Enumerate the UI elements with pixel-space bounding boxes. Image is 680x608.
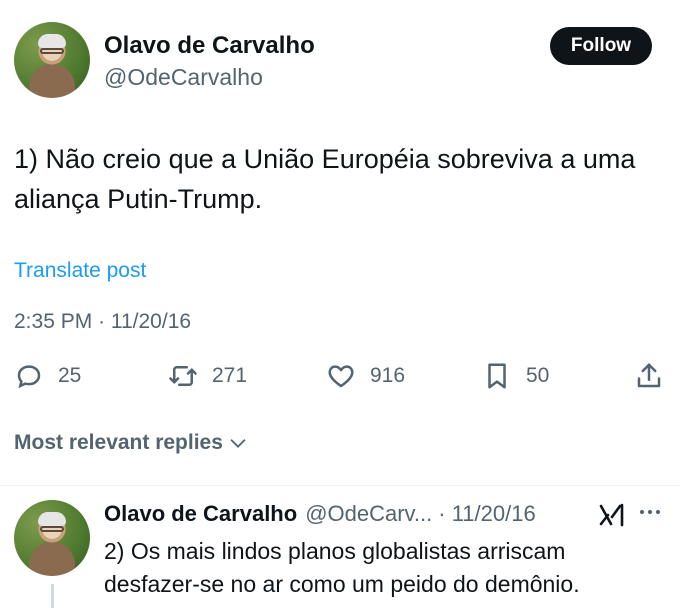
replies-sort-dropdown[interactable]: Most relevant replies xyxy=(14,431,249,455)
reply-author-name[interactable]: Olavo de Carvalho xyxy=(104,501,297,527)
thread-line xyxy=(51,584,54,608)
bookmark-action[interactable]: 50 xyxy=(482,361,549,391)
reply-action[interactable]: 25 xyxy=(14,361,81,391)
author-handle[interactable]: @OdeCarvalho xyxy=(104,64,263,91)
tweet-text-line-2: aliança Putin-Trump. xyxy=(14,184,263,214)
author-avatar[interactable] xyxy=(14,22,90,98)
like-action[interactable]: 916 xyxy=(326,361,405,391)
reply-text-line-2: desfazer-se no ar como um peido do demôn… xyxy=(104,571,580,597)
reply-header: Olavo de Carvalho @OdeCarv... · 11/20/16 xyxy=(104,501,536,527)
speech-bubble-icon xyxy=(17,365,41,389)
reply-date[interactable]: · 11/20/16 xyxy=(438,501,535,527)
share-action[interactable] xyxy=(634,361,664,391)
reply-author-handle[interactable]: @OdeCarv... xyxy=(305,501,432,527)
tweet-timestamp[interactable]: 2:35 PM · 11/20/16 xyxy=(14,310,191,334)
reply-text-line-1: 2) Os mais lindos planos globalistas arr… xyxy=(104,538,566,564)
reply-author-avatar[interactable] xyxy=(14,500,90,576)
follow-button[interactable]: Follow xyxy=(550,27,652,65)
repost-count: 271 xyxy=(212,364,248,387)
bookmark-count: 50 xyxy=(526,364,550,387)
bookmark-icon xyxy=(488,363,506,389)
tweet-text: 1) Não creio que a União Européia sobrev… xyxy=(14,139,674,219)
repost-action[interactable]: 271 xyxy=(168,361,247,391)
chevron-down-icon xyxy=(230,439,246,448)
author-name[interactable]: Olavo de Carvalho xyxy=(104,32,315,60)
section-divider xyxy=(0,485,680,486)
translate-post-link[interactable]: Translate post xyxy=(14,259,146,283)
more-dots-icon[interactable] xyxy=(640,510,660,514)
reply-text: 2) Os mais lindos planos globalistas arr… xyxy=(104,535,674,601)
grok-icon[interactable] xyxy=(598,502,626,533)
heart-icon xyxy=(328,365,354,388)
like-count: 916 xyxy=(370,364,406,387)
tweet-text-line-1: 1) Não creio que a União Européia sobrev… xyxy=(14,144,636,174)
share-upload-icon xyxy=(637,363,661,388)
repost-arrows-icon xyxy=(169,366,197,386)
replies-sort-label: Most relevant replies xyxy=(14,431,223,454)
reply-count: 25 xyxy=(58,364,82,387)
